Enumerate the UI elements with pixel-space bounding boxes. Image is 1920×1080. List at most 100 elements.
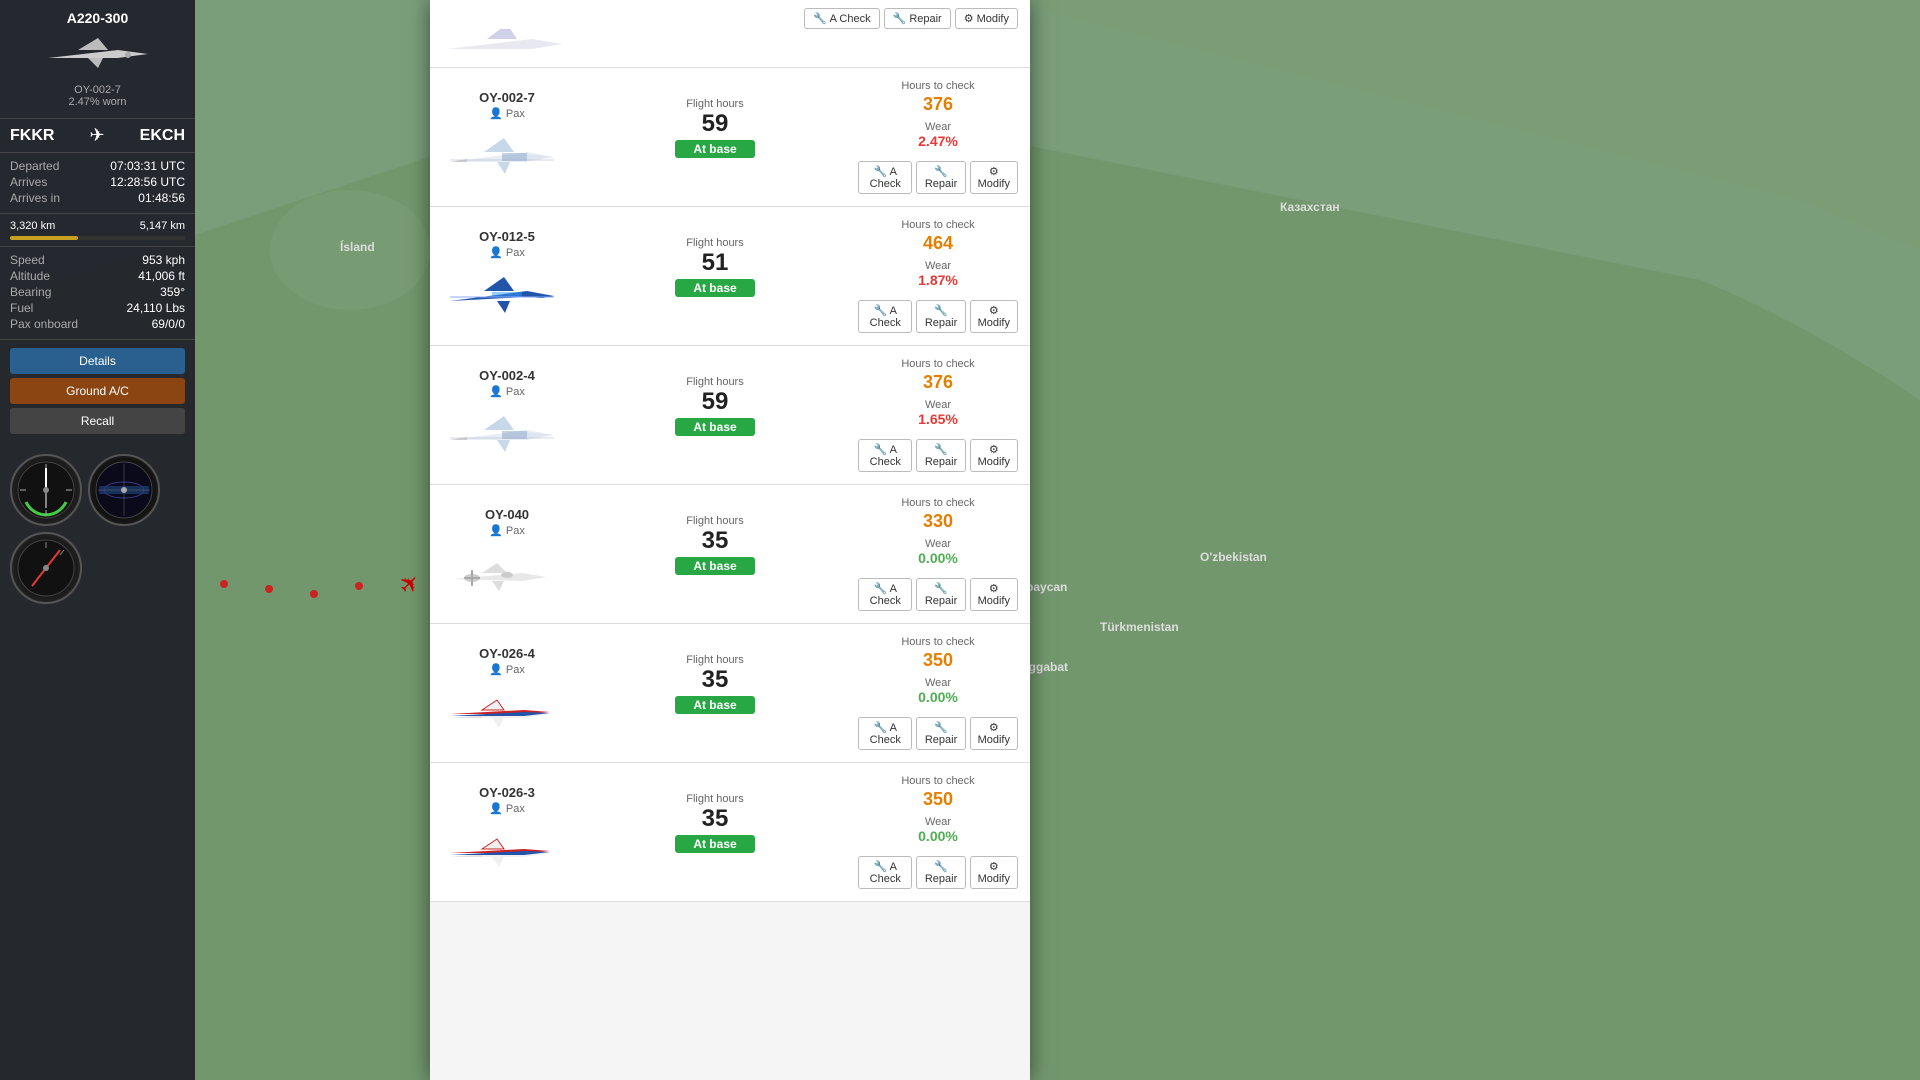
flight-info-1: Flight hours 51 At base <box>582 219 848 297</box>
top-repair-button[interactable]: 🔧 Repair <box>884 8 951 29</box>
aircraft-type-0: 👤 Pax <box>442 107 572 120</box>
route-to: EKCH <box>140 127 185 145</box>
sidebar-buttons: Details Ground A/C Recall <box>0 340 195 446</box>
a-check-button-1[interactable]: 🔧 A Check <box>858 300 912 333</box>
top-partial-item: 🔧 A Check 🔧 Repair ⚙ Modify <box>430 0 1030 68</box>
aircraft-type-4: 👤 Pax <box>442 663 572 676</box>
a-check-button-4[interactable]: 🔧 A Check <box>858 717 912 750</box>
modify-button-2[interactable]: ⚙ Modify <box>970 439 1018 472</box>
route-plane-icon: ✈ <box>90 125 105 146</box>
action-buttons-5: 🔧 A Check 🔧 Repair ⚙ Modify <box>858 856 1018 889</box>
action-buttons-3: 🔧 A Check 🔧 Repair ⚙ Modify <box>858 578 1018 611</box>
modify-button-0[interactable]: ⚙ Modify <box>970 161 1018 194</box>
aircraft-image-0: OY-002-7 👤 Pax <box>442 80 572 192</box>
pax-label: Pax onboard <box>10 317 78 331</box>
altitude-label: Altitude <box>10 269 50 283</box>
at-base-badge-1: At base <box>675 279 754 297</box>
flight-dot-1 <box>220 580 228 588</box>
wear-label-4: Wear <box>858 677 1018 689</box>
flight-hours-5: 35 <box>582 805 848 833</box>
action-buttons-0: 🔧 A Check 🔧 Repair ⚙ Modify <box>858 161 1018 194</box>
top-a-check-button[interactable]: 🔧 A Check <box>804 8 880 29</box>
action-buttons-1: 🔧 A Check 🔧 Repair ⚙ Modify <box>858 300 1018 333</box>
at-base-badge-2: At base <box>675 418 754 436</box>
repair-button-0[interactable]: 🔧 Repair <box>916 161 965 194</box>
hours-to-check-label-5: Hours to check <box>858 775 1018 787</box>
hours-to-check-0: 376 <box>858 94 1018 115</box>
fuel-label: Fuel <box>10 301 33 315</box>
maintenance-info-2: Hours to check 376 Wear 1.65% 🔧 A Check … <box>858 358 1018 472</box>
repair-button-1[interactable]: 🔧 Repair <box>916 300 965 333</box>
aircraft-type-5: 👤 Pax <box>442 802 572 815</box>
aircraft-list: OY-002-7 👤 Pax Flight hours 59 At base H… <box>430 68 1030 902</box>
aircraft-list-item: OY-040 👤 Pax Flight hours 35 At base Hou… <box>430 485 1030 624</box>
arrives-value: 12:28:56 UTC <box>110 175 185 189</box>
sidebar: A220-300 OY-002-7 2.47% worn FKKR ✈ EKCH… <box>0 0 195 1080</box>
flight-hours-label-4: Flight hours <box>582 654 848 666</box>
dist-total: 5,147 km <box>140 220 185 232</box>
distance-bar: 3,320 km 5,147 km <box>0 214 195 247</box>
aircraft-reg-0: OY-002-7 <box>442 90 572 105</box>
details-button[interactable]: Details <box>10 348 185 374</box>
altitude-value: 41,006 ft <box>138 269 185 283</box>
repair-button-4[interactable]: 🔧 Repair <box>916 717 965 750</box>
top-action-buttons: 🔧 A Check 🔧 Repair ⚙ Modify <box>442 8 1018 29</box>
bearing-value: 359° <box>160 285 185 299</box>
flight-hours-0: 59 <box>582 110 848 138</box>
aircraft-list-item: OY-026-3 👤 Pax Flight hours 35 At base H… <box>430 763 1030 902</box>
flight-times: Departed 07:03:31 UTC Arrives 12:28:56 U… <box>0 153 195 214</box>
repair-button-5[interactable]: 🔧 Repair <box>916 856 965 889</box>
hours-to-check-5: 350 <box>858 789 1018 810</box>
a-check-button-3[interactable]: 🔧 A Check <box>858 578 912 611</box>
aircraft-image <box>38 30 158 80</box>
flight-hours-label-2: Flight hours <box>582 376 848 388</box>
aircraft-image-3: OY-040 👤 Pax <box>442 497 572 609</box>
flight-dot-4 <box>355 582 363 590</box>
top-modify-button[interactable]: ⚙ Modify <box>955 8 1018 29</box>
action-buttons-4: 🔧 A Check 🔧 Repair ⚙ Modify <box>858 717 1018 750</box>
a-check-button-2[interactable]: 🔧 A Check <box>858 439 912 472</box>
aircraft-list-item: OY-012-5 👤 Pax Flight hours 51 At base H… <box>430 207 1030 346</box>
flight-hours-label-0: Flight hours <box>582 98 848 110</box>
flight-hours-4: 35 <box>582 666 848 694</box>
wear-label-3: Wear <box>858 538 1018 550</box>
arrives-in-value: 01:48:56 <box>138 191 185 205</box>
gear-icon: ⚙ <box>964 12 974 25</box>
modify-button-3[interactable]: ⚙ Modify <box>970 578 1018 611</box>
speed-label: Speed <box>10 253 45 267</box>
maintenance-info-1: Hours to check 464 Wear 1.87% 🔧 A Check … <box>858 219 1018 333</box>
a-check-button-0[interactable]: 🔧 A Check <box>858 161 912 194</box>
hours-to-check-label-0: Hours to check <box>858 80 1018 92</box>
repair-button-3[interactable]: 🔧 Repair <box>916 578 965 611</box>
aircraft-reg-3: OY-040 <box>442 507 572 522</box>
hours-to-check-label-1: Hours to check <box>858 219 1018 231</box>
progress-fill <box>10 236 78 240</box>
wear-value-0: 2.47% <box>858 133 1018 149</box>
recall-button[interactable]: Recall <box>10 408 185 434</box>
flight-hours-label-1: Flight hours <box>582 237 848 249</box>
aircraft-image-4: OY-026-4 👤 Pax <box>442 636 572 748</box>
maintenance-info-4: Hours to check 350 Wear 0.00% 🔧 A Check … <box>858 636 1018 750</box>
at-base-badge-3: At base <box>675 557 754 575</box>
modify-button-1[interactable]: ⚙ Modify <box>970 300 1018 333</box>
modify-button-4[interactable]: ⚙ Modify <box>970 717 1018 750</box>
dist-covered: 3,320 km <box>10 220 55 232</box>
a-check-button-5[interactable]: 🔧 A Check <box>858 856 912 889</box>
hours-to-check-3: 330 <box>858 511 1018 532</box>
ground-ac-button[interactable]: Ground A/C <box>10 378 185 404</box>
hours-to-check-2: 376 <box>858 372 1018 393</box>
aircraft-reg-2: OY-002-4 <box>442 368 572 383</box>
aircraft-reg-1: OY-012-5 <box>442 229 572 244</box>
at-base-badge-4: At base <box>675 696 754 714</box>
flight-dot-2 <box>265 585 273 593</box>
wear-label-0: Wear <box>858 121 1018 133</box>
wear-label-1: Wear <box>858 260 1018 272</box>
flight-hours-label-5: Flight hours <box>582 793 848 805</box>
instruments-panel <box>0 446 195 612</box>
aircraft-reg: OY-002-7 <box>10 84 185 96</box>
hours-to-check-4: 350 <box>858 650 1018 671</box>
modify-button-5[interactable]: ⚙ Modify <box>970 856 1018 889</box>
repair-button-2[interactable]: 🔧 Repair <box>916 439 965 472</box>
maintenance-info-5: Hours to check 350 Wear 0.00% 🔧 A Check … <box>858 775 1018 889</box>
aircraft-image-1: OY-012-5 👤 Pax <box>442 219 572 331</box>
